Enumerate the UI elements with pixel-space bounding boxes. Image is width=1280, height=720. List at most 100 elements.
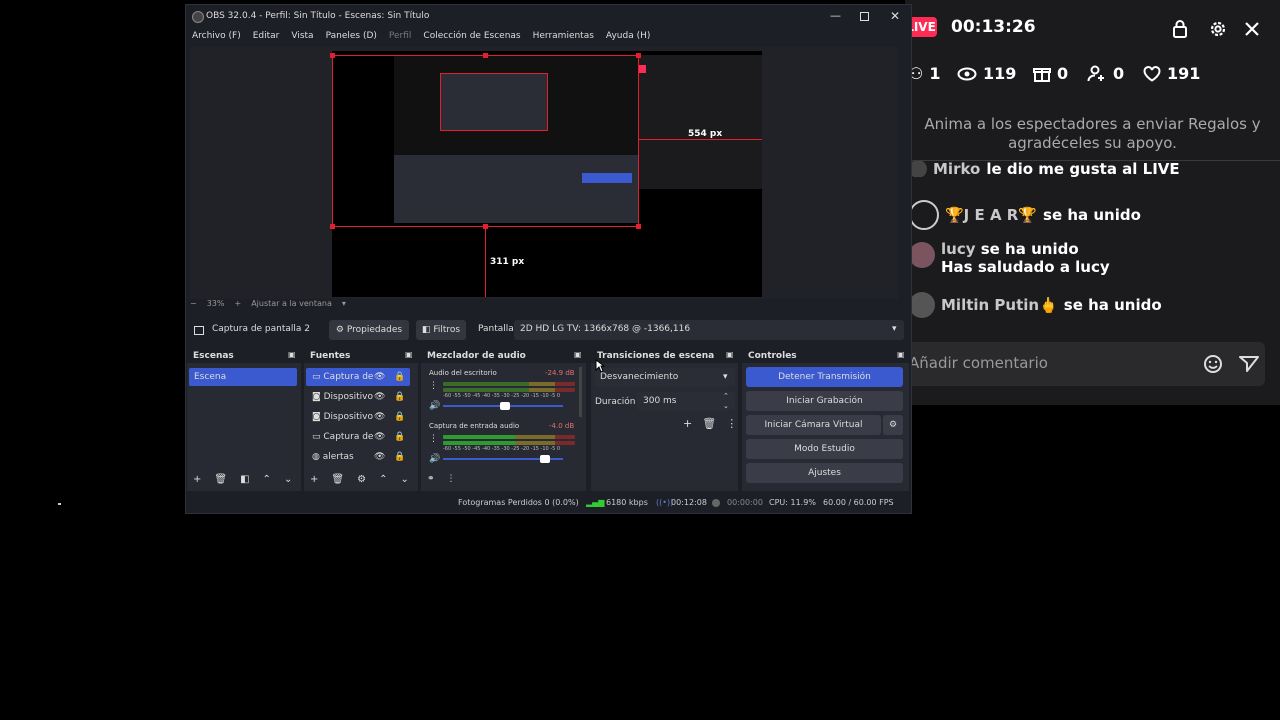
close-icon[interactable] [1241,18,1263,40]
lock-icon[interactable]: 🔒 [394,448,405,466]
chevron-down-icon[interactable]: ⌄ [723,397,729,415]
volume-meter [443,441,575,445]
menu-vista[interactable]: Vista [285,27,319,45]
dock-menu-icon[interactable]: ▣ [574,350,582,359]
settings-button[interactable]: Ajustes [746,463,903,483]
bitrate: 6180 kbps [606,498,648,507]
source-properties-button[interactable]: ⚙ [357,474,366,485]
height-measure-label: 311 px [490,257,525,267]
dock-menu-icon[interactable]: ▣ [726,350,734,359]
scene-item[interactable]: Escena [189,368,297,386]
menu-editar[interactable]: Editar [247,27,286,45]
desktop-dot [58,503,61,505]
fit-to-window[interactable]: Ajustar a la ventana [251,299,332,308]
emoji-icon[interactable] [1203,354,1223,378]
menu-coleccion[interactable]: Colección de Escenas [417,27,526,45]
resize-handle[interactable] [483,224,488,229]
eye-icon[interactable]: 👁 [374,368,385,386]
selection-right [638,55,639,227]
menu-ayuda[interactable]: Ayuda (H) [600,27,656,45]
move-down-button[interactable]: ⌄ [400,474,408,485]
source-item[interactable]: ▭ Captura de 👁 🔒 [306,428,410,446]
dock-menu-icon[interactable]: ▣ [288,350,296,359]
zoom-in-button[interactable]: + [234,299,241,308]
move-up-button[interactable]: ⌃ [379,474,387,485]
eye-icon[interactable]: 👁 [374,408,385,426]
source-item[interactable]: ◙ Dispositivo 👁 🔒 [306,408,410,426]
lock-icon[interactable] [1169,18,1191,40]
menu-herramientas[interactable]: Herramientas [527,27,600,45]
remove-source-button[interactable]: 🗑 [331,474,344,485]
start-virtual-camera-button[interactable]: Iniciar Cámara Virtual [746,415,881,435]
remove-scene-button[interactable]: 🗑 [214,474,227,485]
zoom-out-button[interactable]: − [190,299,197,308]
remove-transition-button[interactable]: 🗑 [702,417,716,430]
menu-perfil[interactable]: Perfil [383,27,418,45]
dock-menu-icon[interactable]: ▣ [405,350,413,359]
resize-handle[interactable] [330,53,335,58]
add-transition-button[interactable]: + [683,417,692,430]
volume-meter [443,382,575,386]
eye-icon[interactable]: 👁 [374,428,385,446]
kebab-icon[interactable]: ⋮ [447,474,456,484]
start-recording-button[interactable]: Iniciar Grabación [746,391,903,411]
kebab-icon[interactable]: ⋮ [429,434,438,444]
menu-paneles[interactable]: Paneles (D) [320,27,383,45]
move-down-button[interactable]: ⌄ [284,474,292,485]
source-item[interactable]: ▭ Captura de 👁 🔒 [306,368,410,386]
meter-scale: -60 -55 -50 -45 -40 -35 -30 -25 -20 -15 … [443,393,561,399]
scenes-toolbar: + 🗑 ◧ ⌃ ⌄ [193,474,292,485]
volume-slider-knob[interactable] [540,455,550,463]
lock-icon[interactable]: 🔒 [394,408,405,426]
nested-stream-button [582,173,632,183]
selection-left [332,55,333,227]
dropped-frames: Fotogramas Perdidos 0 (0.0%) [458,498,579,507]
sources-dock: Fuentes ▣ ▭ Captura de 👁 🔒 ◙ Dispositivo … [304,347,418,491]
stop-streaming-button[interactable]: Detener Transmisión [746,367,903,387]
move-up-button[interactable]: ⌃ [263,474,271,485]
avatar [909,200,939,230]
gear-icon[interactable] [1207,18,1229,40]
source-item[interactable]: ◍ alertas 👁 🔒 [306,448,410,466]
link-icon[interactable]: ⚭ [427,474,435,484]
resize-handle[interactable] [483,53,488,58]
properties-button[interactable]: ⚙ Propiedades [329,320,409,340]
speaker-icon[interactable]: 🔊 [429,401,440,411]
speaker-icon[interactable]: 🔊 [429,454,440,464]
maximize-icon[interactable] [860,12,869,21]
screen-select[interactable]: 2D HD LG TV: 1366x768 @ -1366,116 ▾ [514,320,904,340]
resize-handle[interactable] [636,53,641,58]
menu-archivo[interactable]: Archivo (F) [186,27,247,45]
source-item[interactable]: ◙ Dispositivo 👁 🔒 [306,388,410,406]
stat-gifts: 0 [1033,64,1068,83]
resize-handle[interactable] [330,224,335,229]
lock-icon[interactable]: 🔒 [394,368,405,386]
zoom-menu-icon[interactable]: ▾ [342,299,346,308]
close-window-icon[interactable]: ✕ [890,5,900,27]
volume-slider-knob[interactable] [500,402,510,410]
dock-menu-icon[interactable]: ▣ [897,350,905,359]
send-icon[interactable] [1239,355,1259,377]
kebab-icon[interactable]: ⋮ [726,417,737,430]
studio-mode-button[interactable]: Modo Estudio [746,439,903,459]
preview-area[interactable]: 554 px 311 px [190,47,898,299]
eye-icon[interactable]: 👁 [374,448,385,466]
lock-icon[interactable]: 🔒 [394,388,405,406]
track-name: Audio del escritorio [429,369,497,377]
preview-canvas[interactable]: 554 px 311 px [330,51,762,297]
obs-logo-icon [192,11,204,23]
eye-icon[interactable]: 👁 [374,388,385,406]
scrollbar[interactable] [579,367,582,417]
kebab-icon[interactable]: ⋮ [429,381,438,391]
resize-handle[interactable] [636,224,641,229]
lock-icon[interactable]: 🔒 [394,428,405,446]
scene-filters-button[interactable]: ◧ [240,474,249,485]
monitor-icon [194,326,204,335]
add-source-button[interactable]: + [310,474,318,485]
minimize-icon[interactable]: — [830,5,841,27]
add-scene-button[interactable]: + [193,474,201,485]
virtual-camera-settings-button[interactable]: ⚙ [883,415,903,435]
duration-input[interactable]: 300 ms ⌃ ⌄ [637,392,735,410]
transition-select[interactable]: Desvanecimiento ▾ [595,368,735,386]
filters-button[interactable]: ◧ Filtros [416,320,466,340]
